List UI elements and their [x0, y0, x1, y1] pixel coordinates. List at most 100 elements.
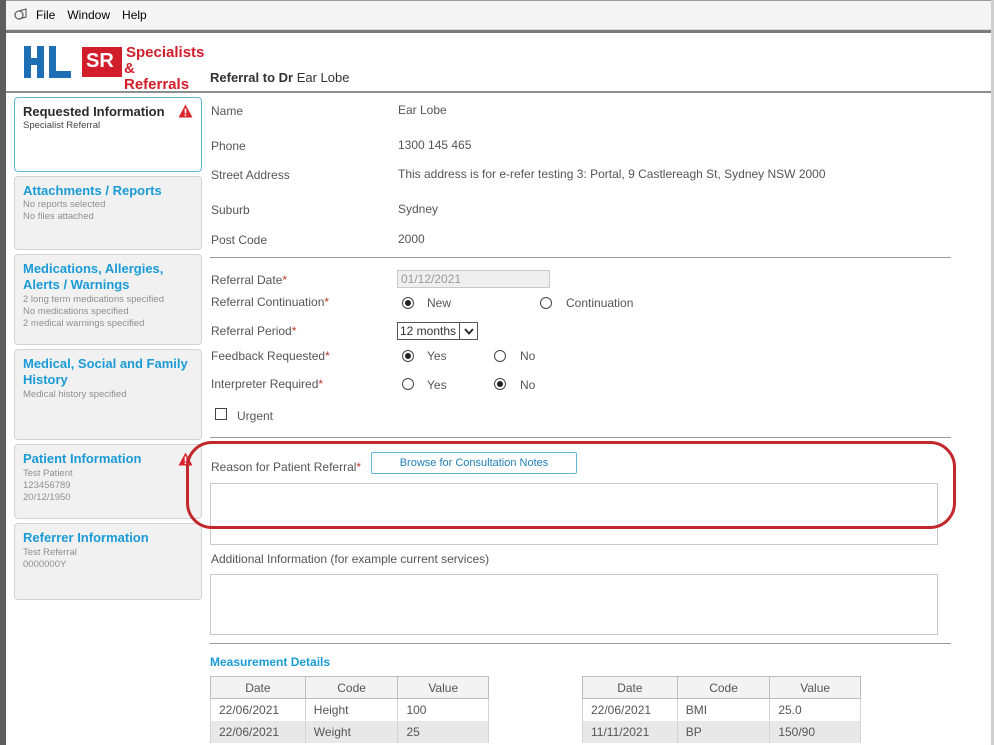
table-row[interactable]: 22/06/2021 Height 100: [210, 698, 489, 721]
referral-period-select[interactable]: 12 months: [397, 322, 478, 340]
cell-date: 22/06/2021: [582, 698, 678, 721]
sidebar-item-detail: Specialist Referral: [23, 120, 101, 131]
table-row[interactable]: 11/11/2021 BP 150/90: [582, 720, 861, 743]
urgent-label: Urgent: [237, 409, 274, 423]
phone-label: Phone: [211, 139, 246, 153]
sidebar-item-referrer-information[interactable]: Referrer Information Test Referral 00000…: [14, 523, 202, 600]
continuation-new-radio[interactable]: [402, 297, 414, 309]
interpreter-yes-label: Yes: [427, 378, 447, 392]
sidebar-item-detail: 20/12/1950: [23, 492, 71, 503]
sidebar-item-detail: 0000000Y: [23, 559, 67, 570]
referral-continuation-label: Referral Continuation*: [211, 295, 330, 309]
referral-period-label: Referral Period*: [211, 324, 297, 338]
menu-help[interactable]: Help: [122, 8, 147, 22]
warning-icon: [178, 104, 193, 118]
sidebar-item-detail: Medical history specified: [23, 389, 127, 400]
continuation-continuation-label: Continuation: [566, 296, 634, 310]
urgent-checkbox[interactable]: [215, 408, 227, 420]
sidebar-item-detail: 2 medical warnings specified: [23, 318, 145, 329]
continuation-new-label: New: [427, 296, 452, 310]
header-divider: [6, 91, 991, 93]
measurement-details-title: Measurement Details: [210, 655, 331, 669]
cell-code: BMI: [676, 698, 771, 721]
column-header-code: Code: [676, 676, 771, 699]
section-divider: [210, 643, 951, 644]
column-header-date: Date: [210, 676, 306, 699]
section-divider: [210, 437, 951, 438]
street-address-label: Street Address: [211, 168, 290, 182]
sidebar-item-detail: No medications specified: [23, 306, 129, 317]
toolbar-divider: [6, 30, 991, 33]
sidebar-item-title: Medical, Social and Family History: [23, 356, 188, 387]
hl-logo: [22, 44, 74, 80]
chevron-down-icon: [459, 323, 477, 339]
phone-value: 1300 145 465: [398, 138, 472, 152]
sidebar-item-detail: Test Patient: [23, 468, 73, 479]
cell-date: 22/06/2021: [210, 698, 306, 721]
continuation-continuation-radio[interactable]: [540, 297, 552, 309]
feedback-yes-radio[interactable]: [402, 350, 414, 362]
measurement-table-left: Date Code Value 22/06/2021 Height 100 22…: [210, 676, 489, 743]
sidebar-item-detail: 123456789: [23, 480, 71, 491]
sidebar-item-title: Medications, Allergies, Alerts / Warning…: [23, 261, 164, 292]
cell-code: BP: [676, 720, 771, 743]
postcode-value: 2000: [398, 232, 425, 246]
feedback-no-radio[interactable]: [494, 350, 506, 362]
cell-code: Weight: [304, 720, 399, 743]
name-value: Ear Lobe: [398, 103, 447, 117]
column-header-date: Date: [582, 676, 678, 699]
additional-information-textarea[interactable]: [210, 574, 938, 635]
referral-date-label: Referral Date*: [211, 273, 288, 287]
measurement-table-right: Date Code Value 22/06/2021 BMI 25.0 11/1…: [582, 676, 861, 743]
cell-code: Height: [304, 698, 399, 721]
sidebar-item-detail: No reports selected: [23, 199, 106, 210]
sidebar-item-title: Referrer Information: [23, 530, 149, 545]
feedback-no-label: No: [520, 349, 536, 363]
sidebar-item-medications-allergies[interactable]: Medications, Allergies, Alerts / Warning…: [14, 254, 202, 345]
interpreter-no-label: No: [520, 378, 536, 392]
table-row[interactable]: 22/06/2021 Weight 25: [210, 720, 489, 743]
app-icon[interactable]: [14, 8, 28, 22]
street-address-value: This address is for e-refer testing 3: P…: [398, 167, 826, 181]
window-frame-left: [0, 0, 6, 745]
interpreter-required-label: Interpreter Required*: [211, 377, 324, 391]
column-header-value: Value: [769, 676, 861, 699]
cell-value: 25: [397, 720, 489, 743]
table-row[interactable]: 22/06/2021 BMI 25.0: [582, 698, 861, 721]
highlight-annotation: [186, 441, 956, 529]
sidebar-item-patient-information[interactable]: Patient Information Test Patient 1234567…: [14, 444, 202, 519]
menu-bar: File Window Help: [6, 1, 991, 30]
suburb-label: Suburb: [211, 203, 250, 217]
sidebar-item-detail: No files attached: [23, 211, 94, 222]
referral-date-field[interactable]: 01/12/2021: [397, 270, 550, 288]
postcode-label: Post Code: [211, 233, 268, 247]
cell-value: 25.0: [769, 698, 861, 721]
sr-logo-letters: SR: [86, 50, 114, 72]
sidebar-item-title: Requested Information: [23, 104, 165, 119]
sidebar-item-medical-history[interactable]: Medical, Social and Family History Medic…: [14, 349, 202, 440]
sr-logo-line1: Specialists: [126, 44, 205, 61]
additional-information-label: Additional Information (for example curr…: [211, 552, 490, 566]
sidebar-item-attachments-reports[interactable]: Attachments / Reports No reports selecte…: [14, 176, 202, 250]
section-divider: [210, 257, 951, 258]
cell-date: 22/06/2021: [210, 720, 306, 743]
feedback-requested-label: Feedback Requested*: [211, 349, 330, 363]
sidebar-item-title: Attachments / Reports: [23, 183, 162, 198]
referral-period-value: 12 months: [400, 324, 457, 338]
interpreter-yes-radio[interactable]: [402, 378, 414, 390]
column-header-value: Value: [397, 676, 489, 699]
sr-logo-line2: & Referrals: [124, 60, 190, 93]
menu-file[interactable]: File: [36, 8, 55, 22]
suburb-value: Sydney: [398, 202, 439, 216]
sidebar-item-requested-information[interactable]: Requested Information Specialist Referra…: [14, 97, 202, 172]
feedback-yes-label: Yes: [427, 349, 447, 363]
sr-logo: SR Specialists & Referrals: [82, 44, 205, 93]
sidebar-item-detail: Test Referral: [23, 547, 77, 558]
column-header-code: Code: [304, 676, 399, 699]
page-title-prefix: Referral to Dr: [210, 70, 294, 85]
menu-window[interactable]: Window: [67, 8, 110, 22]
cell-date: 11/11/2021: [582, 720, 678, 743]
sidebar-item-title: Patient Information: [23, 451, 142, 466]
interpreter-no-radio[interactable]: [494, 378, 506, 390]
hl-logo-mark: [24, 46, 71, 78]
